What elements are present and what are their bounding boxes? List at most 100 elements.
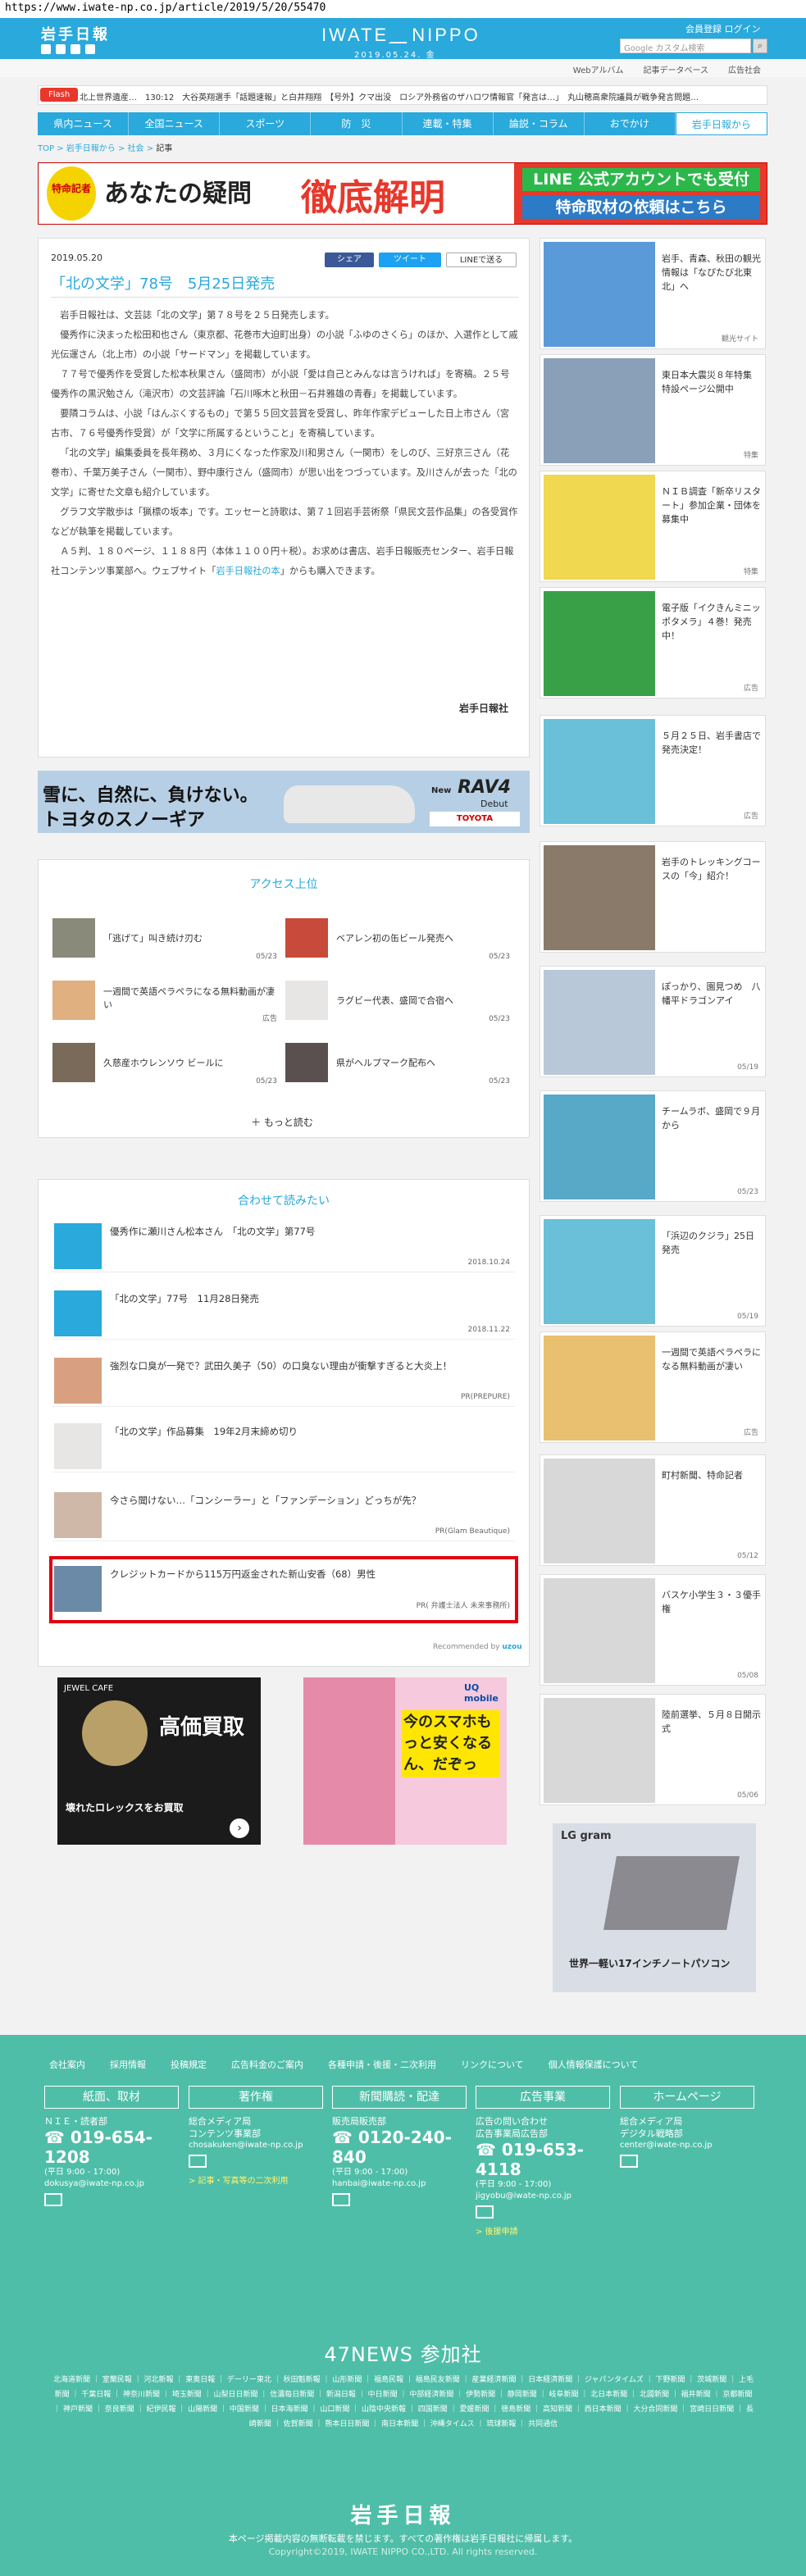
rss-icon[interactable] — [85, 44, 95, 54]
nav-local[interactable]: 県内ニュース — [38, 112, 130, 135]
footer-col-email[interactable]: chosakuken@iwate-np.co.jp — [189, 2140, 323, 2151]
sidebar-item[interactable]: ５月２５日、岩手書店で発売決定！ 広告 — [540, 715, 766, 826]
ad-jewel-cafe[interactable]: JEWEL CAFE 高価買取 壊れたロレックスをお買取 › — [57, 1677, 261, 1845]
footer-link[interactable]: 個人情報保護について — [549, 2058, 639, 2071]
access-item[interactable]: 県がヘルプマーク配布へ 05/23 — [285, 1043, 515, 1085]
sidebar-text: 陸前選挙、５月８日開示式 — [662, 1709, 761, 1734]
search-icon[interactable]: ⌕ — [753, 39, 767, 53]
sidebar-item[interactable]: バスケ小学生３・３優手権 05/08 — [540, 1574, 766, 1686]
footer-col-email[interactable]: jigyobu@iwate-np.co.jp — [476, 2191, 610, 2202]
mail-icon[interactable] — [476, 2205, 494, 2219]
nav-from-nippo[interactable]: 岩手日報から — [675, 112, 767, 135]
flash-text[interactable]: 北上世界遺産… 130:12 大谷英翔選手「話題速報」と白井翔翔 【号外】クマ出… — [80, 90, 699, 102]
nav-outing[interactable]: おでかけ — [585, 112, 676, 135]
access-item[interactable]: 「逃げて」叫き続け刃む 05/23 — [52, 918, 282, 961]
sidebar-item[interactable]: 町村新聞、特命記者 05/12 — [540, 1454, 766, 1566]
footer-col-email[interactable]: hanbai@iwate-np.co.jp — [332, 2178, 467, 2190]
sidebar-item[interactable]: 陸前選挙、５月８日開示式 05/06 — [540, 1694, 766, 1805]
crumb-from[interactable]: 岩手日報から — [66, 144, 116, 153]
site-logo-en[interactable]: IWATE NIPPO — [321, 25, 480, 46]
crumb-society[interactable]: 社会 — [128, 144, 144, 153]
footer-link[interactable]: 各種申請・後援・二次利用 — [328, 2058, 436, 2071]
header-date: 2019.05.24. 金 — [354, 51, 436, 60]
sidebar-item[interactable]: 一週間で英語ペラペラになる無料動画が凄い 広告 — [540, 1331, 766, 1443]
ad-lg-gram[interactable]: LG gram 世界一軽い17インチノートパソコン — [553, 1823, 756, 1992]
sidebar-item[interactable]: 東日本大震災８年特集 特設ページ公開中 特集 — [540, 354, 766, 466]
nav-sports[interactable]: スポーツ — [220, 112, 312, 135]
footer-col-email[interactable]: center@iwate-np.co.jp — [620, 2140, 754, 2151]
footer-col-editorial: 紙面、取材 ＮＩＥ・読者部 ☎ 019-654-1208 (平日 9:00 - … — [44, 2086, 179, 2209]
subnav-database[interactable]: 記事データベース — [644, 63, 709, 75]
ad-toyota[interactable]: 雪に、自然に、負けない。 トヨタのスノーギア New RAV4 Debut TO… — [38, 771, 530, 833]
sidebar-item[interactable]: ＮＩＢ調査「新卒リスタート」参加企業・団体を募集中 特集 — [540, 471, 766, 582]
reco-pre: Recommended by — [433, 1643, 500, 1651]
footer-col-tel[interactable]: ☎ 019-653-4118 — [476, 2140, 610, 2179]
footer-link[interactable]: 採用情報 — [110, 2058, 146, 2071]
related-item-meta: 2018.10.24 — [467, 1258, 510, 1267]
search-input[interactable]: Google カスタム検索 — [620, 39, 751, 53]
footer-col-email[interactable]: dokusya@iwate-np.co.jp — [44, 2178, 179, 2190]
twitter-icon[interactable] — [41, 44, 51, 54]
nav-national[interactable]: 全国ニュース — [129, 112, 221, 135]
footer-col-tel[interactable]: ☎ 019-654-1208 — [44, 2128, 179, 2167]
site-logo-jp[interactable]: 岩手日報 — [41, 23, 110, 44]
access-item[interactable]: ラグビー代表、盛岡で合宿へ 05/23 — [285, 981, 515, 1023]
arrow-right-icon[interactable]: › — [230, 1818, 249, 1838]
footer-col-tel[interactable]: ☎ 0120-240-840 — [332, 2128, 467, 2167]
ad-uq-mobile[interactable]: UQ mobile 今のスマホもっと安くなるん、だぞっ — [303, 1677, 507, 1845]
book-site-link[interactable]: 岩手日報社の本 — [216, 566, 280, 576]
share-facebook-button[interactable]: シェア — [325, 253, 374, 267]
more-button[interactable]: ＋ もっと読む — [251, 1115, 313, 1129]
share-line-button[interactable]: LINEで送る — [446, 253, 517, 267]
sidebar-item[interactable]: 岩手のトレッキングコースの「今」紹介！ — [540, 841, 766, 953]
sidebar-item[interactable]: チームラボ、盛岡で９月から 05/23 — [540, 1090, 766, 1202]
mail-icon[interactable] — [620, 2155, 638, 2168]
nav-disaster[interactable]: 防 災 — [311, 112, 403, 135]
footer-col-extra-link[interactable]: > 記事・写真等の二次利用 — [189, 2173, 323, 2186]
news47-list[interactable]: 北海道新聞 ｜ 室蘭民報 ｜ 河北新報 ｜ 東奥日報 ｜ デーリー東北 ｜ 秋田… — [51, 2373, 756, 2432]
sub-nav: Webアルバム 記事データベース 広告社会 — [0, 59, 806, 77]
footer-link[interactable]: リンクについて — [461, 2058, 524, 2071]
related-item[interactable]: 「北の文学」作品募集 19年2月末締め切り — [52, 1420, 515, 1472]
sidebar-item[interactable]: 電子版「イクきんミニッポタメラ」４巻！発売中！ 広告 — [540, 587, 766, 699]
access-thumb — [285, 1043, 328, 1082]
facebook-icon[interactable] — [56, 44, 66, 54]
footer-link[interactable]: 広告料金のご案内 — [231, 2058, 303, 2071]
nav-column[interactable]: 論説・コラム — [494, 112, 585, 135]
crumb-top[interactable]: TOP — [38, 144, 54, 153]
article-paragraph: グラフ文学散歩は「猟標の坂本」です。エッセーと詩歌は、第７１回岩手芸術祭「県民文… — [51, 507, 518, 537]
related-item[interactable]: 今さら聞けない…「コンシーラー」と「ファンデーション」どっちが先？ PR(Glam… — [52, 1489, 515, 1541]
access-item[interactable]: 一週間で英語ペラペラになる無料動画が凄い 広告 — [52, 981, 282, 1023]
access-thumb — [52, 1043, 95, 1082]
related-item[interactable]: 強烈な口臭が一発で？武田久美子（50）の口臭ない理由が衝撃すぎると大炎上！ PR(… — [52, 1354, 515, 1407]
news47-title: 47NEWS 参加社 — [324, 2343, 482, 2366]
mail-icon[interactable] — [332, 2193, 350, 2206]
related-item[interactable]: 「北の文学」77号 11月28日発売 2018.11.22 — [52, 1287, 515, 1340]
access-title: アクセス上位 — [249, 878, 318, 891]
sidebar-item[interactable]: 「浜辺のクジラ」25日発売 05/19 — [540, 1215, 766, 1327]
share-twitter-button[interactable]: ツイート — [379, 253, 441, 267]
mail-icon[interactable] — [44, 2193, 62, 2206]
banner-tokumei[interactable]: 特命記者 あなたの疑問 徹底解明 LINE 公式アカウントでも受付 特命取材の依… — [38, 162, 767, 225]
banner-line-button[interactable]: LINE 公式アカウントでも受付 — [522, 168, 760, 191]
article-date: 2019.05.20 — [51, 253, 102, 263]
related-item[interactable]: 優秀作に瀬川さん松本さん 「北の文学」第77号 2018.10.24 — [52, 1220, 515, 1272]
footer-link[interactable]: 投稿規定 — [171, 2058, 207, 2071]
access-item[interactable]: 久慈産ホウレンソウ ビールに 05/23 — [52, 1043, 282, 1085]
login-link[interactable]: 会員登録 ログイン — [685, 22, 761, 35]
line-icon[interactable] — [71, 44, 80, 54]
access-item[interactable]: ベアレン初の缶ビール発売へ 05/23 — [285, 918, 515, 961]
article-divider — [51, 297, 518, 298]
footer-col-extra-link[interactable]: > 後援申請 — [476, 2224, 610, 2237]
sidebar-item[interactable]: 岩手、青森、秋田の観光情報は「なぴたび北東北」へ 観光サイト — [540, 238, 766, 349]
subnav-webalbum[interactable]: Webアルバム — [573, 63, 624, 75]
recommended-by[interactable]: Recommended by uzou — [433, 1643, 522, 1651]
footer-logo[interactable]: 岩手日報 — [0, 2499, 806, 2529]
mail-icon[interactable] — [189, 2155, 207, 2168]
banner-request-button[interactable]: 特命取材の依頼はこちら — [522, 196, 760, 219]
nav-features[interactable]: 連載・特集 — [403, 112, 494, 135]
footer-link[interactable]: 会社案内 — [49, 2058, 85, 2071]
sidebar-item[interactable]: ぽっかり、園見つめ 八幡平ドラゴンアイ 05/19 — [540, 966, 766, 1077]
subnav-ad[interactable]: 広告社会 — [728, 63, 761, 75]
url-bar[interactable]: https://www.iwate-np.co.jp/article/2019/… — [0, 0, 806, 18]
